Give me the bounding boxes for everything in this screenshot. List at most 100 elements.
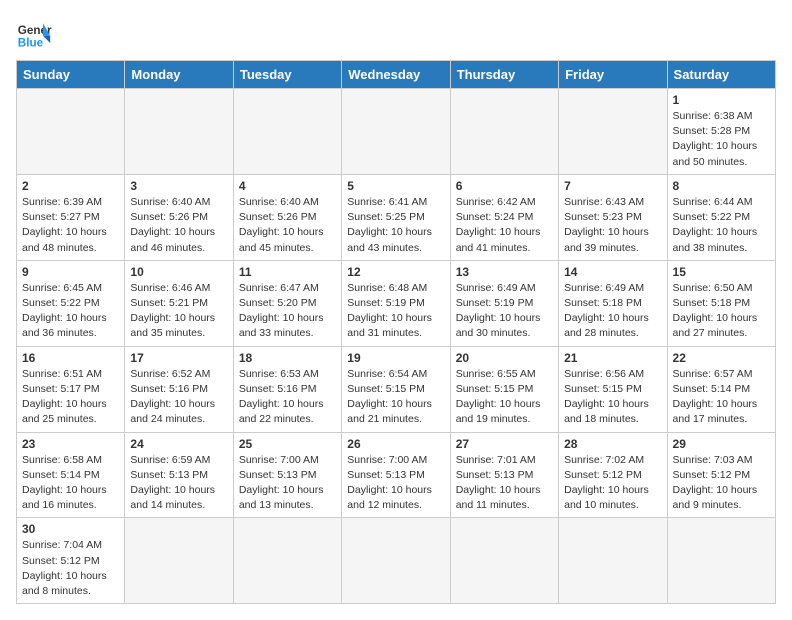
day-number: 26: [347, 437, 444, 451]
day-info: Sunrise: 6:52 AMSunset: 5:16 PMDaylight:…: [130, 367, 227, 428]
calendar-cell: 18 Sunrise: 6:53 AMSunset: 5:16 PMDayligh…: [233, 346, 341, 432]
day-info: Sunrise: 6:53 AMSunset: 5:16 PMDaylight:…: [239, 367, 336, 428]
day-info: Sunrise: 6:40 AMSunset: 5:26 PMDaylight:…: [130, 195, 227, 256]
day-number: 3: [130, 179, 227, 193]
weekday-header: Tuesday: [233, 61, 341, 89]
day-number: 17: [130, 351, 227, 365]
day-number: 19: [347, 351, 444, 365]
day-info: Sunrise: 6:42 AMSunset: 5:24 PMDaylight:…: [456, 195, 553, 256]
day-number: 6: [456, 179, 553, 193]
calendar-cell: 20 Sunrise: 6:55 AMSunset: 5:15 PMDayligh…: [450, 346, 558, 432]
calendar-week-row: 23 Sunrise: 6:58 AMSunset: 5:14 PMDayligh…: [17, 432, 776, 518]
calendar-cell: 2 Sunrise: 6:39 AMSunset: 5:27 PMDaylight…: [17, 174, 125, 260]
day-number: 24: [130, 437, 227, 451]
logo: General Blue: [16, 16, 52, 52]
day-number: 18: [239, 351, 336, 365]
day-number: 9: [22, 265, 119, 279]
calendar-cell: 12Sunrise: 6:48 AMSunset: 5:19 PMDayligh…: [342, 260, 450, 346]
calendar-week-row: 1 Sunrise: 6:38 AMSunset: 5:28 PMDaylight…: [17, 89, 776, 175]
calendar-cell: [559, 518, 667, 604]
calendar-cell: 9 Sunrise: 6:45 AMSunset: 5:22 PMDaylight…: [17, 260, 125, 346]
calendar-cell: [559, 89, 667, 175]
day-number: 1: [673, 93, 770, 107]
calendar-cell: 7Sunrise: 6:43 AMSunset: 5:23 PMDaylight…: [559, 174, 667, 260]
day-number: 27: [456, 437, 553, 451]
day-info: Sunrise: 6:38 AMSunset: 5:28 PMDaylight:…: [673, 109, 770, 170]
calendar-week-row: 2 Sunrise: 6:39 AMSunset: 5:27 PMDaylight…: [17, 174, 776, 260]
calendar-cell: 11Sunrise: 6:47 AMSunset: 5:20 PMDayligh…: [233, 260, 341, 346]
calendar-week-row: 30 Sunrise: 7:04 AMSunset: 5:12 PMDayligh…: [17, 518, 776, 604]
day-info: Sunrise: 7:03 AMSunset: 5:12 PMDaylight:…: [673, 453, 770, 514]
svg-text:Blue: Blue: [18, 37, 44, 50]
calendar-cell: [450, 518, 558, 604]
day-info: Sunrise: 7:00 AMSunset: 5:13 PMDaylight:…: [347, 453, 444, 514]
day-number: 28: [564, 437, 661, 451]
calendar-cell: 8 Sunrise: 6:44 AMSunset: 5:22 PMDaylight…: [667, 174, 775, 260]
day-info: Sunrise: 6:40 AMSunset: 5:26 PMDaylight:…: [239, 195, 336, 256]
day-info: Sunrise: 6:59 AMSunset: 5:13 PMDaylight:…: [130, 453, 227, 514]
calendar-cell: [342, 518, 450, 604]
day-number: 22: [673, 351, 770, 365]
logo-icon: General Blue: [16, 16, 52, 52]
day-info: Sunrise: 6:55 AMSunset: 5:15 PMDaylight:…: [456, 367, 553, 428]
day-number: 4: [239, 179, 336, 193]
calendar-cell: 17 Sunrise: 6:52 AMSunset: 5:16 PMDayligh…: [125, 346, 233, 432]
calendar-week-row: 9 Sunrise: 6:45 AMSunset: 5:22 PMDaylight…: [17, 260, 776, 346]
calendar-cell: 28Sunrise: 7:02 AMSunset: 5:12 PMDayligh…: [559, 432, 667, 518]
weekday-header-row: SundayMondayTuesdayWednesdayThursdayFrid…: [17, 61, 776, 89]
day-info: Sunrise: 6:41 AMSunset: 5:25 PMDaylight:…: [347, 195, 444, 256]
weekday-header: Thursday: [450, 61, 558, 89]
calendar-cell: 4 Sunrise: 6:40 AMSunset: 5:26 PMDaylight…: [233, 174, 341, 260]
calendar-cell: 25Sunrise: 7:00 AMSunset: 5:13 PMDayligh…: [233, 432, 341, 518]
weekday-header: Saturday: [667, 61, 775, 89]
calendar-cell: 10Sunrise: 6:46 AMSunset: 5:21 PMDayligh…: [125, 260, 233, 346]
calendar-cell: 27Sunrise: 7:01 AMSunset: 5:13 PMDayligh…: [450, 432, 558, 518]
day-number: 5: [347, 179, 444, 193]
day-number: 20: [456, 351, 553, 365]
calendar-cell: 13 Sunrise: 6:49 AMSunset: 5:19 PMDayligh…: [450, 260, 558, 346]
day-info: Sunrise: 6:45 AMSunset: 5:22 PMDaylight:…: [22, 281, 119, 342]
day-number: 21: [564, 351, 661, 365]
day-info: Sunrise: 6:49 AMSunset: 5:19 PMDaylight:…: [456, 281, 553, 342]
day-number: 23: [22, 437, 119, 451]
day-info: Sunrise: 6:48 AMSunset: 5:19 PMDaylight:…: [347, 281, 444, 342]
calendar-cell: 29 Sunrise: 7:03 AMSunset: 5:12 PMDayligh…: [667, 432, 775, 518]
calendar-cell: [667, 518, 775, 604]
day-info: Sunrise: 6:50 AMSunset: 5:18 PMDaylight:…: [673, 281, 770, 342]
calendar-cell: [125, 89, 233, 175]
calendar-cell: [233, 518, 341, 604]
day-number: 8: [673, 179, 770, 193]
day-number: 13: [456, 265, 553, 279]
calendar-cell: 30 Sunrise: 7:04 AMSunset: 5:12 PMDayligh…: [17, 518, 125, 604]
calendar-cell: 3 Sunrise: 6:40 AMSunset: 5:26 PMDaylight…: [125, 174, 233, 260]
day-info: Sunrise: 7:04 AMSunset: 5:12 PMDaylight:…: [22, 538, 119, 599]
day-info: Sunrise: 6:57 AMSunset: 5:14 PMDaylight:…: [673, 367, 770, 428]
calendar-cell: [450, 89, 558, 175]
calendar-cell: [233, 89, 341, 175]
calendar-cell: 5 Sunrise: 6:41 AMSunset: 5:25 PMDaylight…: [342, 174, 450, 260]
weekday-header: Friday: [559, 61, 667, 89]
day-number: 16: [22, 351, 119, 365]
day-info: Sunrise: 6:49 AMSunset: 5:18 PMDaylight:…: [564, 281, 661, 342]
day-number: 25: [239, 437, 336, 451]
calendar-cell: 26 Sunrise: 7:00 AMSunset: 5:13 PMDayligh…: [342, 432, 450, 518]
calendar-cell: 16 Sunrise: 6:51 AMSunset: 5:17 PMDayligh…: [17, 346, 125, 432]
day-info: Sunrise: 6:56 AMSunset: 5:15 PMDaylight:…: [564, 367, 661, 428]
day-number: 15: [673, 265, 770, 279]
day-info: Sunrise: 6:46 AMSunset: 5:21 PMDaylight:…: [130, 281, 227, 342]
day-number: 2: [22, 179, 119, 193]
calendar-week-row: 16 Sunrise: 6:51 AMSunset: 5:17 PMDayligh…: [17, 346, 776, 432]
day-info: Sunrise: 6:58 AMSunset: 5:14 PMDaylight:…: [22, 453, 119, 514]
day-number: 14: [564, 265, 661, 279]
day-number: 29: [673, 437, 770, 451]
calendar-cell: 15 Sunrise: 6:50 AMSunset: 5:18 PMDayligh…: [667, 260, 775, 346]
calendar-cell: 23 Sunrise: 6:58 AMSunset: 5:14 PMDayligh…: [17, 432, 125, 518]
day-info: Sunrise: 6:51 AMSunset: 5:17 PMDaylight:…: [22, 367, 119, 428]
day-info: Sunrise: 6:54 AMSunset: 5:15 PMDaylight:…: [347, 367, 444, 428]
calendar-cell: 19 Sunrise: 6:54 AMSunset: 5:15 PMDayligh…: [342, 346, 450, 432]
calendar-cell: [125, 518, 233, 604]
day-number: 30: [22, 522, 119, 536]
weekday-header: Monday: [125, 61, 233, 89]
day-info: Sunrise: 6:39 AMSunset: 5:27 PMDaylight:…: [22, 195, 119, 256]
day-info: Sunrise: 6:44 AMSunset: 5:22 PMDaylight:…: [673, 195, 770, 256]
